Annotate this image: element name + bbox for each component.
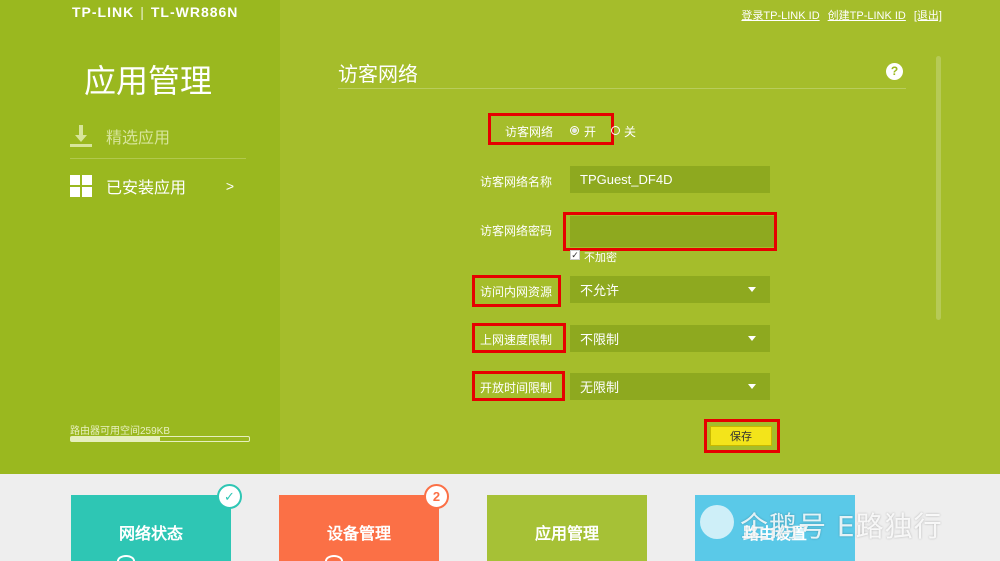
save-button[interactable]: 保存 [710, 426, 772, 446]
time-limit-label: 开放时间限制 [480, 381, 553, 395]
ssid-label: 访客网络名称 [480, 175, 553, 189]
brand-name: TP-LINK [72, 4, 135, 20]
account-links: 登录TP-LINK ID 创建TP-LINK ID [退出] [741, 7, 942, 23]
time-limit-select-value: 无限制 [580, 380, 620, 395]
sidebar-item-label: 精选应用 [106, 129, 171, 147]
storage-bar [70, 436, 250, 442]
guest-network-on-radio[interactable] [570, 126, 579, 135]
watermark: 企鹅号 E路独行 [740, 510, 943, 543]
active-pointer [560, 467, 574, 474]
divider [338, 88, 906, 89]
sidebar-item-featured-apps[interactable]: 精选应用 [70, 113, 246, 159]
chevron-down-icon [748, 384, 756, 389]
intranet-select-value: 不允许 [580, 283, 620, 298]
help-icon[interactable]: ? [886, 63, 903, 80]
intranet-label: 访问内网资源 [480, 285, 553, 299]
sidebar: TP-LINK | TL-WR886N 应用管理 精选应用 已安装应用 > 路由器可… [0, 0, 280, 474]
password-label: 访客网络密码 [480, 224, 553, 238]
speed-limit-select[interactable]: 不限制 [570, 325, 770, 352]
chevron-down-icon [748, 336, 756, 341]
create-id-link[interactable]: 创建TP-LINK ID [828, 7, 906, 23]
brand-logo: TP-LINK | TL-WR886N [72, 4, 239, 20]
storage-bar-fill [71, 437, 160, 441]
scrollbar[interactable] [936, 56, 941, 320]
sidebar-item-installed-apps[interactable]: 已安装应用 > [70, 163, 246, 209]
ssid-input[interactable]: TPGuest_DF4D [570, 166, 770, 193]
guest-network-label: 访客网络 [505, 125, 554, 139]
grid-icon [70, 175, 92, 197]
time-limit-select[interactable]: 无限制 [570, 373, 770, 400]
guest-network-off-label: 关 [624, 125, 637, 139]
guest-network-on-label: 开 [584, 125, 597, 139]
download-icon [70, 124, 92, 147]
guest-network-off-radio[interactable] [611, 126, 620, 135]
chevron-down-icon [748, 287, 756, 292]
speed-limit-label: 上网速度限制 [480, 333, 553, 347]
sidebar-item-label: 已安装应用 [106, 180, 187, 197]
highlight-box [563, 212, 777, 251]
tile-app-management[interactable]: 应用管理 [487, 495, 647, 561]
no-encrypt-label: 不加密 [584, 252, 617, 264]
tile-network-status[interactable]: 网络状态 [71, 495, 231, 561]
tile-label: 应用管理 [534, 526, 599, 543]
logout-link[interactable]: [退出] [914, 7, 942, 23]
chevron-right-icon: > [225, 178, 234, 194]
login-link[interactable]: 登录TP-LINK ID [741, 7, 819, 23]
sidebar-title: 应用管理 [84, 62, 213, 100]
model-name: TL-WR886N [150, 4, 239, 20]
tile-label: 网络状态 [118, 526, 183, 543]
intranet-select[interactable]: 不允许 [570, 276, 770, 303]
tile-label: 设备管理 [326, 526, 391, 543]
chat-icon [117, 555, 135, 561]
page-title: 访客网络 [338, 64, 418, 86]
wifi-icon [325, 555, 343, 561]
check-icon: ✓ [217, 484, 242, 509]
speed-limit-select-value: 不限制 [580, 332, 620, 347]
storage-label: 路由器可用空间259KB [70, 426, 171, 437]
penguin-logo-icon [700, 505, 734, 539]
tile-device-management[interactable]: 设备管理 [279, 495, 439, 561]
no-encrypt-checkbox[interactable]: ✓ [570, 250, 580, 260]
device-count-badge: 2 [424, 484, 449, 509]
